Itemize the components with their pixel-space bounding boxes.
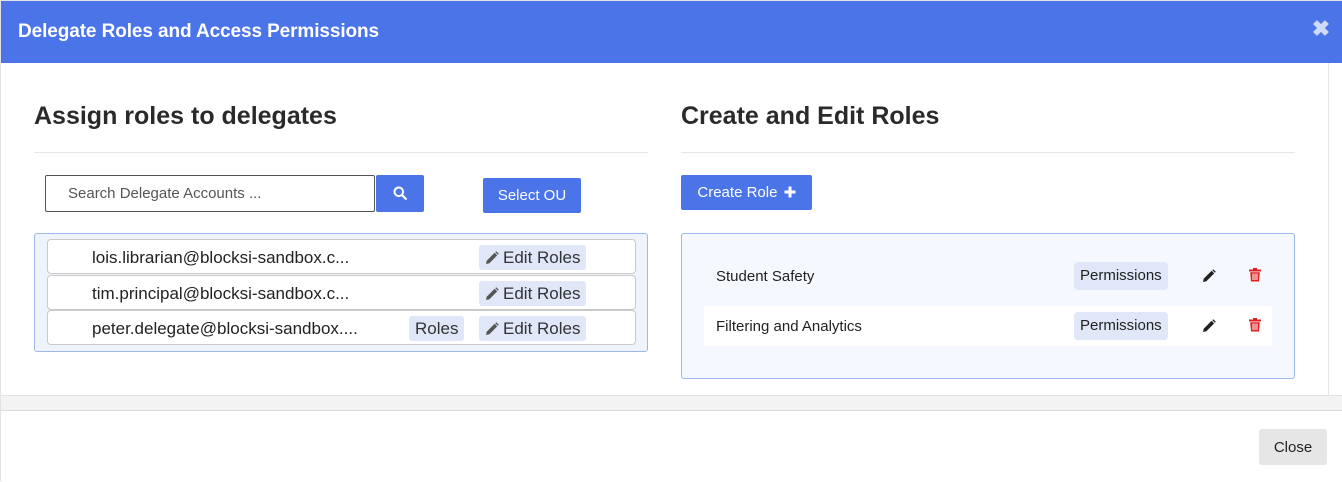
role-name: Filtering and Analytics	[716, 318, 862, 335]
role-row: Filtering and Analytics Permissions	[704, 306, 1272, 346]
delegate-email: tim.principal@blocksi-sandbox.c...	[92, 284, 350, 303]
create-role-label: Create Role	[697, 184, 778, 201]
dialog-header: Delegate Roles and Access Permissions ✖	[1, 1, 1342, 63]
delegate-roles-dialog: Delegate Roles and Access Permissions ✖ …	[0, 0, 1342, 482]
trash-icon[interactable]	[1249, 268, 1261, 282]
delegate-email: peter.delegate@blocksi-sandbox....	[92, 319, 358, 338]
pencil-icon	[486, 322, 499, 335]
search-button[interactable]	[376, 175, 424, 212]
create-role-button[interactable]: Create Role	[681, 175, 812, 210]
delegate-row: lois.librarian@blocksi-sandbox.c... Edit…	[47, 239, 636, 274]
edit-roles-label: Edit Roles	[503, 284, 581, 303]
permissions-button[interactable]: Permissions	[1074, 312, 1168, 340]
delegate-row: tim.principal@blocksi-sandbox.c... Edit …	[47, 275, 636, 310]
edit-roles-label: Edit Roles	[503, 248, 581, 267]
body-scroll-edge	[1, 395, 1342, 411]
assign-roles-heading: Assign roles to delegates	[34, 102, 337, 130]
close-icon[interactable]: ✖	[1311, 18, 1331, 40]
search-icon	[393, 186, 407, 200]
edit-roles-button[interactable]: Edit Roles	[479, 245, 587, 270]
trash-icon[interactable]	[1249, 318, 1261, 332]
delegate-email: lois.librarian@blocksi-sandbox.c...	[92, 248, 350, 267]
permissions-button[interactable]: Permissions	[1074, 262, 1168, 290]
close-button[interactable]: Close	[1259, 429, 1327, 465]
divider	[681, 152, 1295, 153]
plus-icon	[784, 186, 796, 198]
edit-roles-button[interactable]: Edit Roles	[479, 281, 587, 306]
create-roles-heading: Create and Edit Roles	[681, 102, 940, 130]
delegate-list: lois.librarian@blocksi-sandbox.c... Edit…	[34, 233, 648, 352]
select-ou-button[interactable]: Select OU	[483, 178, 581, 213]
pencil-icon	[486, 287, 499, 300]
roles-badge[interactable]: Roles	[409, 316, 465, 341]
search-delegate-input[interactable]	[45, 175, 375, 212]
edit-roles-label: Edit Roles	[503, 319, 581, 338]
scrollbar-track[interactable]	[1328, 63, 1342, 395]
delegate-row: peter.delegate@blocksi-sandbox.... Roles…	[47, 310, 636, 345]
divider	[34, 152, 648, 153]
pencil-icon[interactable]	[1202, 269, 1216, 283]
dialog-title: Delegate Roles and Access Permissions	[18, 21, 379, 42]
dialog-footer	[1, 411, 1342, 482]
roles-list: Student Safety Permissions Filtering and…	[681, 233, 1295, 379]
edit-roles-button[interactable]: Edit Roles	[479, 316, 587, 341]
pencil-icon	[486, 251, 499, 264]
role-row: Student Safety Permissions	[704, 256, 1272, 296]
role-name: Student Safety	[716, 268, 815, 285]
pencil-icon[interactable]	[1202, 319, 1216, 333]
